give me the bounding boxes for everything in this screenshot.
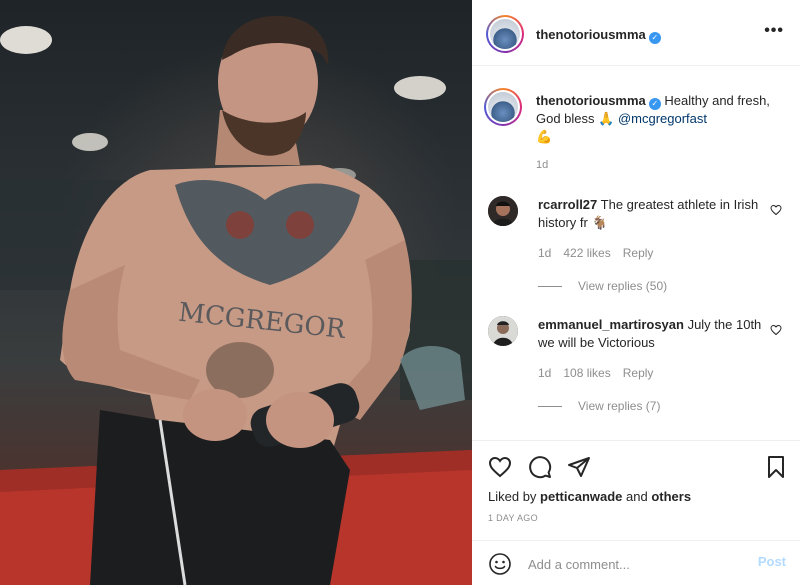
comment-bubble-icon[interactable] — [528, 455, 552, 479]
like-heart-icon[interactable] — [488, 455, 512, 479]
comment-likes[interactable]: 108 likes — [563, 366, 610, 380]
liked-by-others[interactable]: others — [651, 489, 691, 504]
view-replies-button[interactable]: View replies (7) — [538, 399, 660, 413]
like-comment-heart-icon[interactable] — [770, 324, 782, 336]
commenter-username[interactable]: emmanuel_martirosyan — [538, 317, 684, 332]
emoji-smiley-icon[interactable] — [488, 552, 512, 576]
like-comment-heart-icon[interactable] — [770, 204, 782, 216]
liked-by-user[interactable]: petticanwade — [540, 489, 622, 504]
comment-meta: 1d 108 likes Reply — [538, 366, 665, 380]
post-comment-button[interactable]: Post — [758, 554, 786, 569]
comments-section[interactable]: thenotoriousmma ✓ Healthy and fresh, God … — [472, 66, 800, 440]
liked-by-suffix: and — [622, 489, 652, 504]
liked-by-text: Liked by petticanwade and others — [488, 489, 691, 504]
post-date: 1 DAY AGO — [488, 513, 538, 523]
view-replies-label: View replies (50) — [578, 279, 668, 293]
caption-text: thenotoriousmma ✓ Healthy and fresh, God … — [536, 92, 790, 174]
commenter-avatar[interactable] — [488, 316, 518, 346]
add-comment-input[interactable] — [528, 552, 738, 576]
view-replies-button[interactable]: View replies (50) — [538, 279, 667, 293]
comment-meta: 1d 422 likes Reply — [538, 246, 665, 260]
add-comment-bar: Post — [472, 540, 800, 585]
caption-emoji: 💪 — [536, 129, 553, 144]
verified-badge-icon: ✓ — [648, 32, 661, 44]
save-bookmark-icon[interactable] — [764, 455, 788, 479]
commenter-username[interactable]: rcarroll27 — [538, 197, 597, 212]
author-avatar[interactable] — [486, 15, 524, 53]
caption-avatar[interactable] — [484, 88, 522, 126]
comment-text: emmanuel_martirosyan July the 10th we wi… — [538, 316, 774, 352]
caption-username[interactable]: thenotoriousmma — [536, 93, 646, 108]
share-paper-plane-icon[interactable] — [567, 455, 591, 479]
caption-mention-link[interactable]: @mcgregorfast — [618, 111, 707, 126]
commenter-avatar[interactable] — [488, 196, 518, 226]
reply-button[interactable]: Reply — [623, 246, 654, 260]
fighter-illustration: MCGREGOR — [0, 15, 472, 585]
author-username[interactable]: thenotoriousmma — [536, 27, 646, 42]
comment-age: 1d — [538, 366, 552, 380]
post-actions: Liked by petticanwade and others 1 DAY A… — [472, 440, 800, 530]
reply-button[interactable]: Reply — [623, 366, 654, 380]
comment-text: rcarroll27 The greatest athlete in Irish… — [538, 196, 774, 232]
more-options-icon[interactable]: ••• — [764, 22, 784, 40]
caption-age: 1d — [536, 159, 549, 171]
liked-by-prefix: Liked by — [488, 489, 541, 504]
post-sidebar: thenotoriousmma ✓ ••• thenotoriousmma ✓ He… — [472, 0, 800, 585]
comment-likes[interactable]: 422 likes — [563, 246, 610, 260]
verified-badge-icon: ✓ — [648, 98, 661, 110]
post-header: thenotoriousmma ✓ ••• — [472, 0, 800, 66]
comment-age: 1d — [538, 246, 552, 260]
view-replies-label: View replies (7) — [578, 399, 661, 413]
post-photo[interactable]: MCGREGOR — [0, 0, 472, 585]
